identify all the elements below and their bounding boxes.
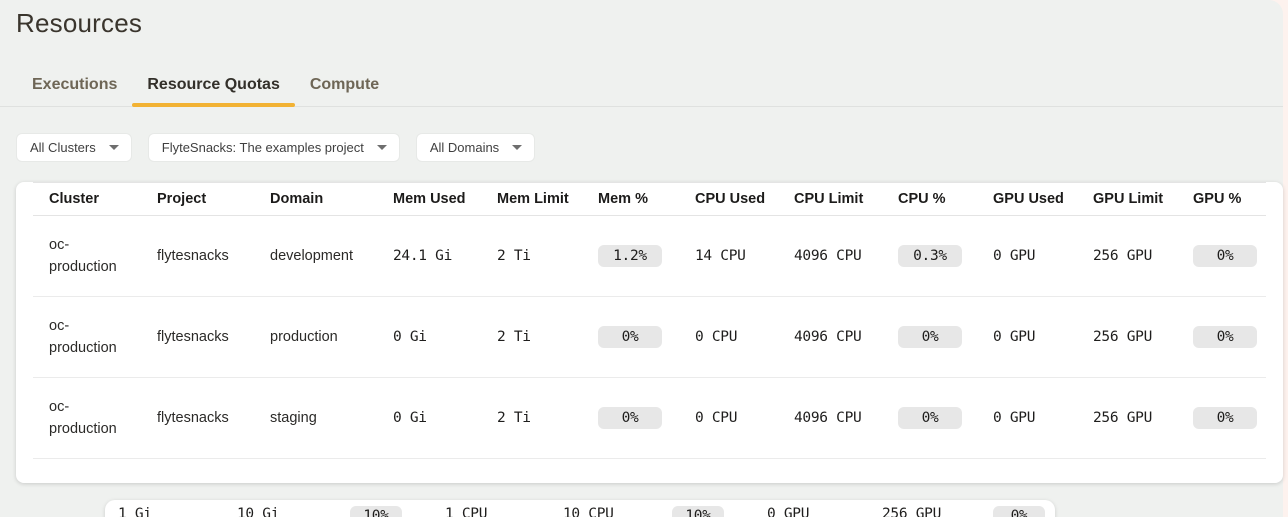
page-header: Resources	[0, 0, 1283, 39]
cell-gpu-pct: 0%	[1193, 407, 1263, 429]
chevron-down-icon	[109, 145, 119, 150]
cell-project: flytesnacks	[157, 248, 270, 264]
col-header-mem-pct: Mem %	[598, 191, 695, 207]
cell-mem-limit: 2 Ti	[497, 248, 598, 264]
project-filter-value: FlyteSnacks: The examples project	[162, 140, 364, 155]
cell-gpu-limit: 256 GPU	[1093, 248, 1193, 264]
cell-cpu-used: 0 CPU	[695, 410, 794, 426]
cell-cluster: oc-production	[33, 396, 157, 440]
col-header-gpu-limit: GPU Limit	[1093, 191, 1193, 207]
gpu-pct-badge: 0%	[993, 506, 1045, 517]
cell-domain: production	[270, 329, 393, 345]
chevron-down-icon	[377, 145, 387, 150]
cell-gpu-pct: 0%	[993, 506, 1055, 517]
cell-mem-used: 24.1 Gi	[393, 248, 497, 264]
cell-gpu-limit: 256 GPU	[882, 506, 993, 517]
cell-cpu-limit: 4096 CPU	[794, 329, 898, 345]
cell-gpu-used: 0 GPU	[993, 248, 1093, 264]
table-row: 1 Gi 10 Gi 10% 1 CPU 10 CPU 10% 0 GPU 25…	[118, 506, 1055, 517]
cluster-filter-dropdown[interactable]: All Clusters	[16, 133, 132, 162]
cell-gpu-used: 0 GPU	[993, 410, 1093, 426]
col-header-mem-used: Mem Used	[393, 191, 497, 207]
filter-bar: All Clusters FlyteSnacks: The examples p…	[16, 133, 1283, 162]
cpu-pct-badge: 0%	[898, 407, 962, 429]
tab-compute[interactable]: Compute	[295, 67, 394, 106]
cell-mem-limit: 2 Ti	[497, 410, 598, 426]
col-header-gpu-used: GPU Used	[993, 191, 1093, 207]
tab-resource-quotas[interactable]: Resource Quotas	[132, 67, 294, 106]
cell-project: flytesnacks	[157, 410, 270, 426]
cell-mem-limit: 2 Ti	[497, 329, 598, 345]
cell-cpu-pct: 10%	[672, 506, 767, 517]
cell-cpu-pct: 0.3%	[898, 245, 993, 267]
project-filter-dropdown[interactable]: FlyteSnacks: The examples project	[148, 133, 400, 162]
col-header-cpu-limit: CPU Limit	[794, 191, 898, 207]
tab-bar: Executions Resource Quotas Compute	[0, 67, 1283, 107]
main-panel: Resources Executions Resource Quotas Com…	[0, 0, 1283, 517]
cell-gpu-used: 0 GPU	[993, 329, 1093, 345]
cpu-pct-badge: 10%	[672, 506, 724, 517]
cell-mem-used: 1 Gi	[118, 506, 237, 517]
gpu-pct-badge: 0%	[1193, 245, 1257, 267]
chevron-down-icon	[512, 145, 522, 150]
cell-mem-used: 0 Gi	[393, 329, 497, 345]
resource-quotas-card: Cluster Project Domain Mem Used Mem Limi…	[16, 182, 1283, 483]
col-header-cluster: Cluster	[33, 191, 157, 207]
cell-mem-limit: 10 Gi	[237, 506, 350, 517]
cell-mem-pct: 0%	[598, 407, 695, 429]
cell-cpu-used: 1 CPU	[445, 506, 563, 517]
domain-filter-value: All Domains	[430, 140, 499, 155]
domain-filter-dropdown[interactable]: All Domains	[416, 133, 535, 162]
tab-executions[interactable]: Executions	[17, 67, 132, 106]
gpu-pct-badge: 0%	[1193, 326, 1257, 348]
cpu-pct-badge: 0%	[898, 326, 962, 348]
cell-gpu-limit: 256 GPU	[1093, 329, 1193, 345]
col-header-gpu-pct: GPU %	[1193, 191, 1263, 207]
cell-cpu-pct: 0%	[898, 407, 993, 429]
col-header-project: Project	[157, 191, 270, 207]
table-row: oc-production flytesnacks development 24…	[33, 216, 1266, 297]
task-defaults-card: 1 Gi 10 Gi 10% 1 CPU 10 CPU 10% 0 GPU 25…	[105, 500, 1055, 517]
table-row: oc-production flytesnacks production 0 G…	[33, 297, 1266, 378]
cell-project: flytesnacks	[157, 329, 270, 345]
mem-pct-badge: 10%	[350, 506, 402, 517]
cell-cpu-pct: 0%	[898, 326, 993, 348]
cell-mem-pct: 1.2%	[598, 245, 695, 267]
cell-gpu-pct: 0%	[1193, 245, 1263, 267]
mem-pct-badge: 0%	[598, 407, 662, 429]
col-header-cpu-pct: CPU %	[898, 191, 993, 207]
col-header-mem-limit: Mem Limit	[497, 191, 598, 207]
cell-cpu-limit: 4096 CPU	[794, 248, 898, 264]
cell-domain: staging	[270, 410, 393, 426]
mem-pct-badge: 0%	[598, 326, 662, 348]
resource-quotas-table: Cluster Project Domain Mem Used Mem Limi…	[33, 182, 1266, 459]
mem-pct-badge: 1.2%	[598, 245, 662, 267]
cell-gpu-limit: 256 GPU	[1093, 410, 1193, 426]
cell-cluster: oc-production	[33, 234, 157, 278]
cell-gpu-used: 0 GPU	[767, 506, 882, 517]
gpu-pct-badge: 0%	[1193, 407, 1257, 429]
cell-cpu-used: 14 CPU	[695, 248, 794, 264]
cell-mem-used: 0 Gi	[393, 410, 497, 426]
table-row: oc-production flytesnacks staging 0 Gi 2…	[33, 378, 1266, 459]
cell-domain: development	[270, 248, 393, 264]
col-header-cpu-used: CPU Used	[695, 191, 794, 207]
cell-cpu-limit: 10 CPU	[563, 506, 672, 517]
cell-cluster: oc-production	[33, 315, 157, 359]
cpu-pct-badge: 0.3%	[898, 245, 962, 267]
cluster-filter-value: All Clusters	[30, 140, 96, 155]
cell-mem-pct: 10%	[350, 506, 445, 517]
cell-cpu-used: 0 CPU	[695, 329, 794, 345]
page-title: Resources	[16, 8, 1283, 39]
table-header-row: Cluster Project Domain Mem Used Mem Limi…	[33, 182, 1266, 216]
col-header-domain: Domain	[270, 191, 393, 207]
cell-cpu-limit: 4096 CPU	[794, 410, 898, 426]
cell-gpu-pct: 0%	[1193, 326, 1263, 348]
cell-mem-pct: 0%	[598, 326, 695, 348]
